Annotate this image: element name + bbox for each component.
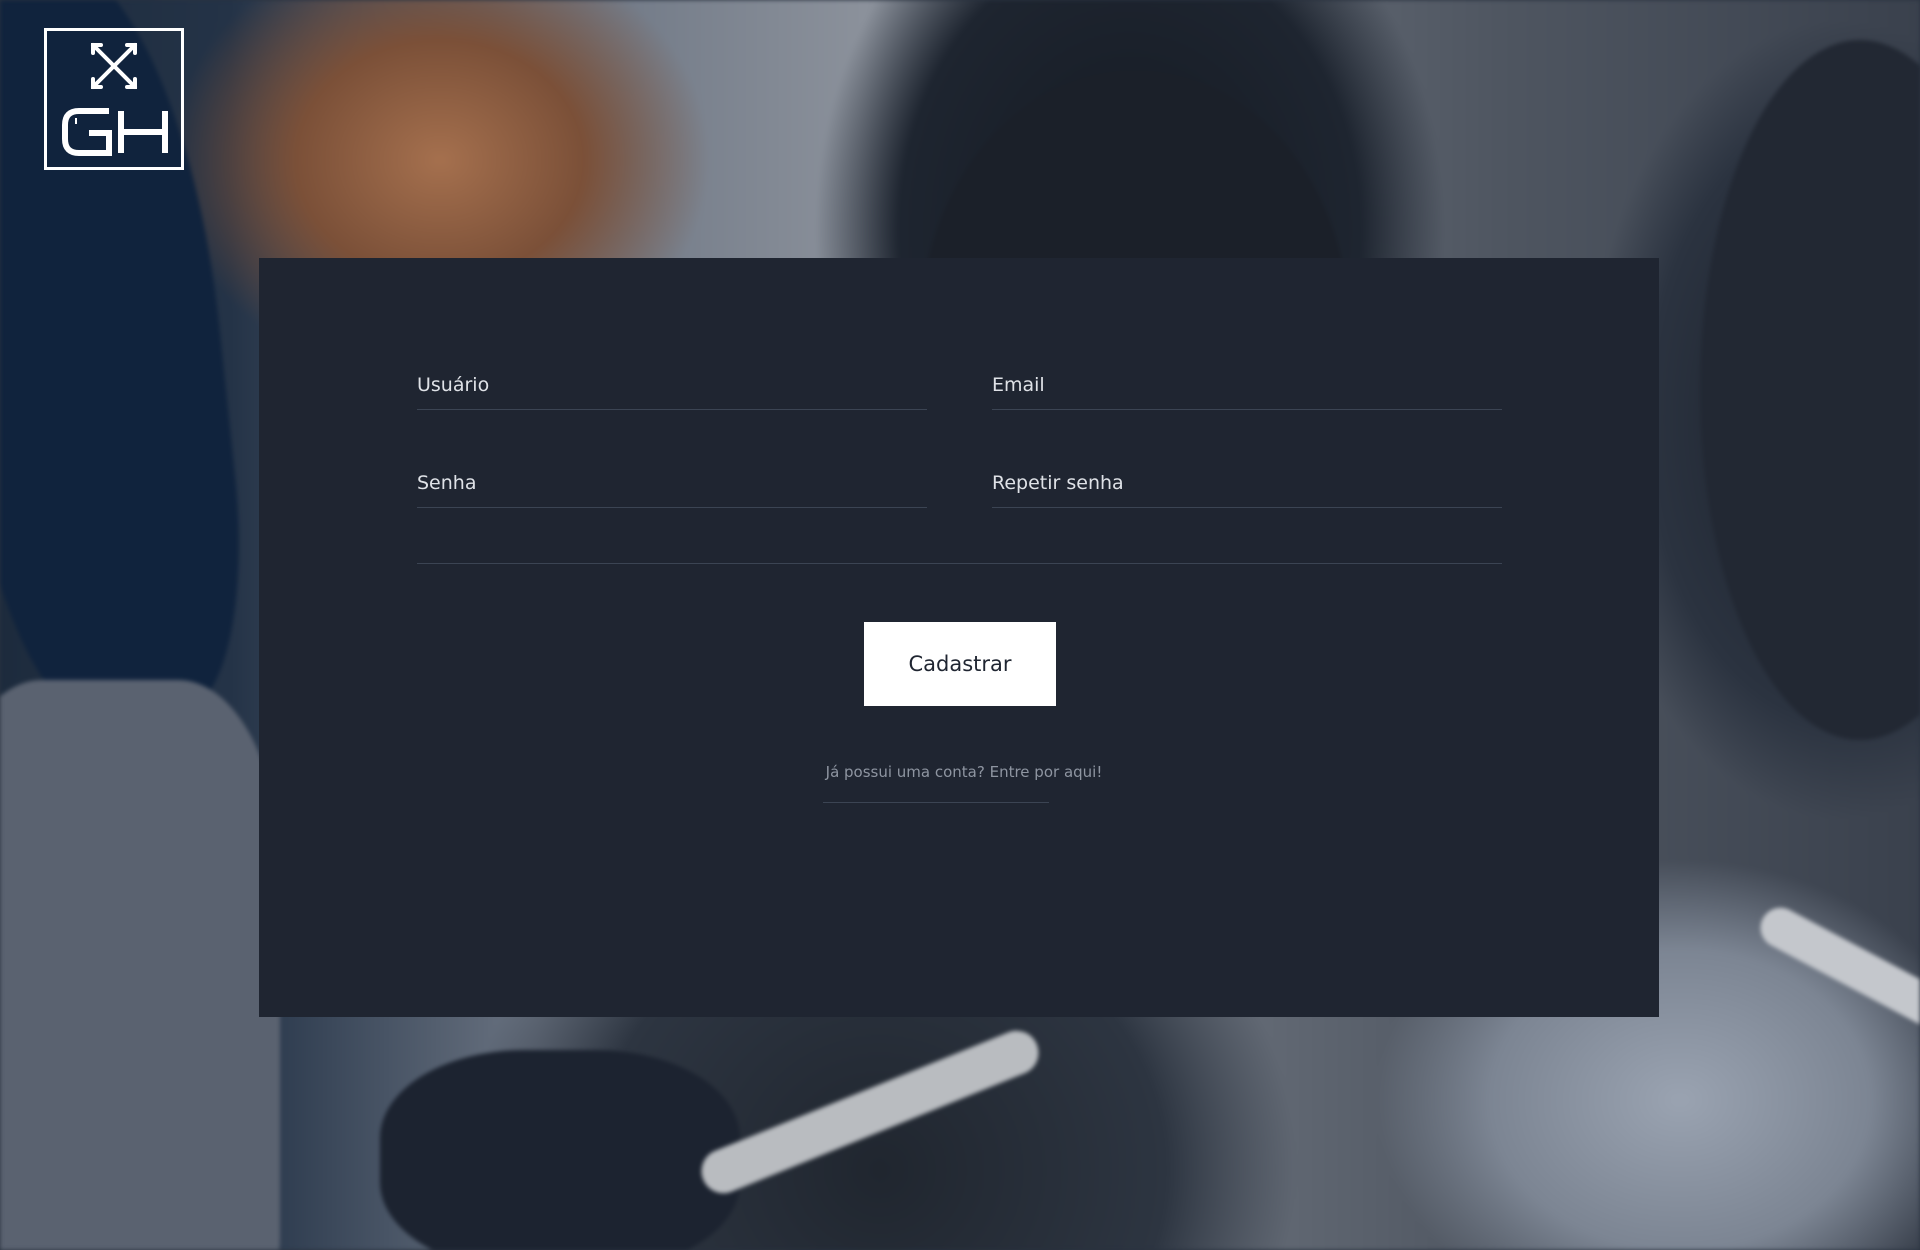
username-field-container: [417, 360, 927, 410]
form-divider: [417, 563, 1502, 564]
login-link-underline: [823, 802, 1049, 803]
password-input[interactable]: [417, 458, 927, 507]
login-link[interactable]: Já possui uma conta? Entre por aqui!: [759, 763, 1169, 781]
signup-panel: Cadastrar Já possui uma conta? Entre por…: [259, 258, 1659, 1017]
register-button[interactable]: Cadastrar: [864, 622, 1056, 706]
repeat-password-input[interactable]: [992, 458, 1502, 507]
repeat-password-field-container: [992, 458, 1502, 508]
email-field-container: [992, 360, 1502, 410]
brand-logo[interactable]: [44, 28, 184, 170]
email-input[interactable]: [992, 360, 1502, 409]
crossed-arrows-icon: [62, 43, 168, 156]
username-input[interactable]: [417, 360, 927, 409]
password-field-container: [417, 458, 927, 508]
